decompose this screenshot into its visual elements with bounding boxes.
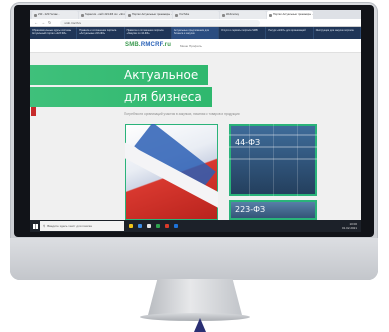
forward-arrow-icon[interactable]: →: [41, 20, 45, 26]
windows-taskbar: ⚲ Введите здесь текст для поиска 10:00 01.…: [30, 220, 361, 232]
site-header: SMB.RMCRF.ru Меню Профиль: [30, 39, 361, 53]
spreadsheet-icon[interactable]: [154, 221, 162, 231]
card-44-label: 44-ФЗ: [235, 138, 261, 147]
tab-label: Портал Актуальные тренажеры ...: [273, 13, 313, 16]
hero-title-line1: Актуальное: [30, 65, 208, 85]
site-nav-item[interactable]: Образовательные курсы системы Актуальный…: [30, 27, 78, 39]
system-tray-clock[interactable]: 10:00 01.02.2021: [342, 222, 361, 230]
address-bar: ← → ↻ smb.rmcrf.ru: [30, 19, 361, 27]
browser-tab[interactable]: 233 - 223 Госзак...: [32, 11, 78, 19]
taskbar-search[interactable]: ⚲ Введите здесь текст для поиска: [40, 221, 124, 231]
word-icon[interactable]: [172, 221, 180, 231]
browser-tab[interactable]: YouTube: [173, 11, 219, 19]
hero-title-line2: для бизнеса: [30, 87, 212, 107]
browser-tab[interactable]: Webmoney: [220, 11, 266, 19]
back-arrow-icon[interactable]: ←: [34, 20, 38, 26]
browser-tab[interactable]: Гарантия - сайт 223-ФЗ гос. «Это ...: [79, 11, 125, 19]
favicon-icon: [81, 13, 84, 17]
monitor-chin: [10, 238, 378, 280]
start-button[interactable]: [30, 220, 40, 232]
site-nav-item-active[interactable]: Актуальные предложения для бизнеса и зак…: [171, 27, 220, 39]
hangar-truss: [297, 124, 298, 196]
monitor-stand-neck: [148, 279, 242, 315]
store-icon[interactable]: [145, 221, 153, 231]
card-223-fz[interactable]: 223-ФЗ: [229, 200, 317, 220]
tab-label: YouTube: [179, 13, 190, 16]
site-nav-item[interactable]: Правила и соглашения портала «Закупки по…: [125, 27, 172, 39]
tab-label: 233 - 223 Госзак...: [38, 13, 60, 16]
pointer-cursor-icon: [194, 318, 206, 332]
browser-tab-bar: 233 - 223 Госзак... Гарантия - сайт 223-…: [30, 10, 361, 19]
windows-logo-icon: [32, 223, 38, 229]
site-nav-item[interactable]: Ресурс «ЖКХ» для организаций: [266, 27, 314, 39]
header-links[interactable]: Меню Профиль: [180, 44, 202, 48]
flag-card[interactable]: [125, 124, 218, 220]
logo-text-right: .ru: [162, 42, 172, 48]
desktop-photo: 233 - 223 Госзак... Гарантия - сайт 223-…: [0, 0, 389, 332]
tab-label: Гарантия - сайт 223-ФЗ гос. «Это ...: [85, 13, 125, 16]
search-placeholder: Введите здесь текст для поиска: [47, 224, 92, 228]
hero-tagline: Потребности организаций участия в закупк…: [124, 112, 240, 116]
tab-label: Webmoney: [226, 13, 240, 16]
hangar-truss: [249, 124, 250, 196]
hangar-truss: [273, 124, 274, 196]
favicon-icon: [128, 13, 131, 17]
logo-text-mid: RMCRF: [140, 42, 163, 48]
file-explorer-icon[interactable]: [127, 221, 135, 231]
site-nav-item[interactable]: Инструкция для закупок портала: [314, 27, 361, 39]
favicon-icon: [175, 13, 178, 17]
site-top-nav: Образовательные курсы системы Актуальный…: [30, 27, 361, 39]
card-223-label: 223-ФЗ: [235, 205, 266, 214]
favicon-icon: [34, 13, 37, 17]
taskbar-apps: [127, 221, 180, 231]
site-nav-item[interactable]: Услуги и сервисы портала SMB: [219, 27, 267, 39]
site-nav-item[interactable]: Правила и соглашение портала «Актуальные…: [77, 27, 125, 39]
logo-text-left: SMB.: [125, 42, 141, 48]
favicon-icon: [222, 13, 225, 17]
card-44-fz[interactable]: 44-ФЗ: [229, 124, 317, 196]
tab-label: Портал Актуальные тренажеры ...: [132, 13, 172, 16]
favicon-icon: [269, 13, 272, 17]
search-icon: ⚲: [43, 224, 46, 228]
edge-icon[interactable]: [136, 221, 144, 231]
chrome-icon[interactable]: [163, 221, 171, 231]
site-logo[interactable]: SMB.RMCRF.ru: [125, 42, 171, 48]
clock-date: 01.02.2021: [341, 226, 357, 230]
browser-tab[interactable]: Портал Актуальные тренажеры ...: [126, 11, 172, 19]
hero-section: Актуальное для бизнеса Потребности орган…: [30, 53, 361, 220]
reload-icon[interactable]: ↻: [48, 20, 51, 26]
monitor-screen: 233 - 223 Госзак... Гарантия - сайт 223-…: [30, 10, 361, 232]
browser-tab-active[interactable]: Портал Актуальные тренажеры ...: [267, 11, 313, 19]
url-field[interactable]: smb.rmcrf.ru: [60, 19, 261, 26]
